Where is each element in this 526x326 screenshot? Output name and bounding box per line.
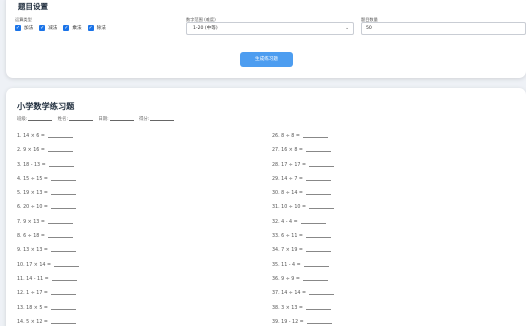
problem-item: 26. 8 ÷ 8 = xyxy=(272,134,334,148)
answer-blank xyxy=(50,194,76,196)
problem-item: 31. 10 ÷ 10 = xyxy=(272,205,334,219)
answer-blank xyxy=(50,179,76,181)
problem-item: 39. 19 - 12 = xyxy=(272,320,334,326)
answer-blank xyxy=(308,208,334,210)
answer-blank xyxy=(305,179,331,181)
problem-item: 38. 3 × 13 = xyxy=(272,306,334,320)
problem-item: 30. 8 ÷ 14 = xyxy=(272,191,334,205)
answer-blank xyxy=(50,294,76,296)
problem-item: 1. 14 × 6 = xyxy=(17,134,79,148)
checkbox-checked-icon[interactable]: ✓ xyxy=(87,25,94,31)
op-subtraction[interactable]: ✓ 减法 xyxy=(39,25,57,31)
answer-blank xyxy=(305,194,331,196)
answer-blank xyxy=(300,222,326,224)
op-label: 除法 xyxy=(96,26,106,31)
op-label: 减法 xyxy=(48,26,58,31)
op-label: 乘法 xyxy=(72,26,82,31)
chevron-down-icon: ⌄ xyxy=(345,26,349,31)
checkbox-checked-icon[interactable]: ✓ xyxy=(15,25,21,31)
ops-group: ✓ 加法 ✓ 减法 ✓ 乘法 ✓ 除法 xyxy=(15,25,112,31)
answer-blank xyxy=(50,322,76,324)
problems-left-column: 1. 14 × 6 = 2. 9 × 16 = 3. 18 - 13 = 4. … xyxy=(17,134,79,326)
score-field: 得分: xyxy=(139,117,175,122)
op-addition[interactable]: ✓ 加法 xyxy=(15,25,33,31)
count-input[interactable]: 50 xyxy=(361,22,526,35)
settings-title: 题目设置 xyxy=(18,2,48,11)
checkbox-checked-icon[interactable]: ✓ xyxy=(39,25,46,31)
ops-label: 运算类型 xyxy=(15,17,32,22)
answer-blank xyxy=(305,251,331,253)
problems-right-column: 26. 8 ÷ 8 = 27. 16 × 8 = 28. 17 ÷ 17 = 2… xyxy=(272,134,334,326)
problem-item: 29. 14 ÷ 7 = xyxy=(272,177,334,191)
answer-blank xyxy=(50,308,76,310)
answer-blank xyxy=(303,265,329,267)
problem-item: 10. 17 × 14 = xyxy=(17,263,79,277)
range-value: 1-20 (中等) xyxy=(193,26,218,31)
op-division[interactable]: ✓ 除法 xyxy=(87,25,106,31)
answer-blank xyxy=(47,237,73,239)
problem-item: 5. 19 × 13 = xyxy=(17,191,79,205)
problem-item: 14. 5 × 12 = xyxy=(17,320,79,326)
problem-item: 11. 14 - 11 = xyxy=(17,277,79,291)
range-select[interactable]: 1-20 (中等) ⌄ xyxy=(186,22,354,35)
generate-button[interactable]: 生成练习题 xyxy=(240,52,293,67)
problem-item: 32. 4 - 4 = xyxy=(272,220,334,234)
answer-blank xyxy=(47,137,73,138)
worksheet-card: 小学数学练习题 班级: 姓名: 日期: 得分: 1. 14 × 6 = 2. 9… xyxy=(6,88,526,326)
op-multiplication[interactable]: ✓ 乘法 xyxy=(63,25,82,31)
checkbox-checked-icon[interactable]: ✓ xyxy=(63,25,70,31)
problem-item: 28. 17 ÷ 17 = xyxy=(272,163,334,177)
problem-item: 13. 18 × 5 = xyxy=(17,306,79,320)
op-label: 加法 xyxy=(24,26,34,31)
problem-item: 36. 9 ÷ 9 = xyxy=(272,277,334,291)
problem-item: 27. 16 × 8 = xyxy=(272,148,334,162)
date-field: 日期: xyxy=(98,117,134,122)
answer-blank xyxy=(305,308,331,310)
answer-blank xyxy=(308,165,334,167)
answer-blank xyxy=(305,237,331,239)
problem-item: 9. 13 × 13 = xyxy=(17,248,79,262)
problem-item: 2. 9 × 16 = xyxy=(17,148,79,162)
settings-card: 题目设置 运算类型 ✓ 加法 ✓ 减法 ✓ 乘法 ✓ 除法 数字范围 (难度) … xyxy=(6,0,526,78)
answer-blank xyxy=(302,279,328,281)
answer-blank xyxy=(308,294,334,296)
answer-blank xyxy=(48,165,74,167)
problem-item: 37. 14 ÷ 14 = xyxy=(272,291,334,305)
answer-blank xyxy=(302,137,328,138)
problem-item: 4. 15 ÷ 15 = xyxy=(17,177,79,191)
name-field: 姓名: xyxy=(58,117,93,122)
problem-item: 35. 11 - 4 = xyxy=(272,263,334,277)
problem-item: 34. 7 × 19 = xyxy=(272,248,334,262)
problem-item: 12. 1 ÷ 17 = xyxy=(17,291,79,305)
answer-blank xyxy=(305,151,331,153)
class-field: 班级: xyxy=(17,117,53,122)
problem-item: 33. 6 ÷ 11 = xyxy=(272,234,334,248)
problem-item: 7. 9 × 13 = xyxy=(17,220,79,234)
answer-blank xyxy=(53,265,79,267)
answer-blank xyxy=(50,251,76,253)
answer-blank xyxy=(47,151,73,153)
problem-item: 3. 18 - 13 = xyxy=(17,163,79,177)
answer-blank xyxy=(47,222,73,224)
problem-item: 8. 6 ÷ 18 = xyxy=(17,234,79,248)
answer-blank xyxy=(306,322,332,324)
worksheet-title: 小学数学练习题 xyxy=(17,101,75,111)
answer-blank xyxy=(51,279,77,281)
problem-item: 6. 20 ÷ 10 = xyxy=(17,205,79,219)
answer-blank xyxy=(50,208,76,210)
student-info-line: 班级: 姓名: 日期: 得分: xyxy=(17,116,178,122)
